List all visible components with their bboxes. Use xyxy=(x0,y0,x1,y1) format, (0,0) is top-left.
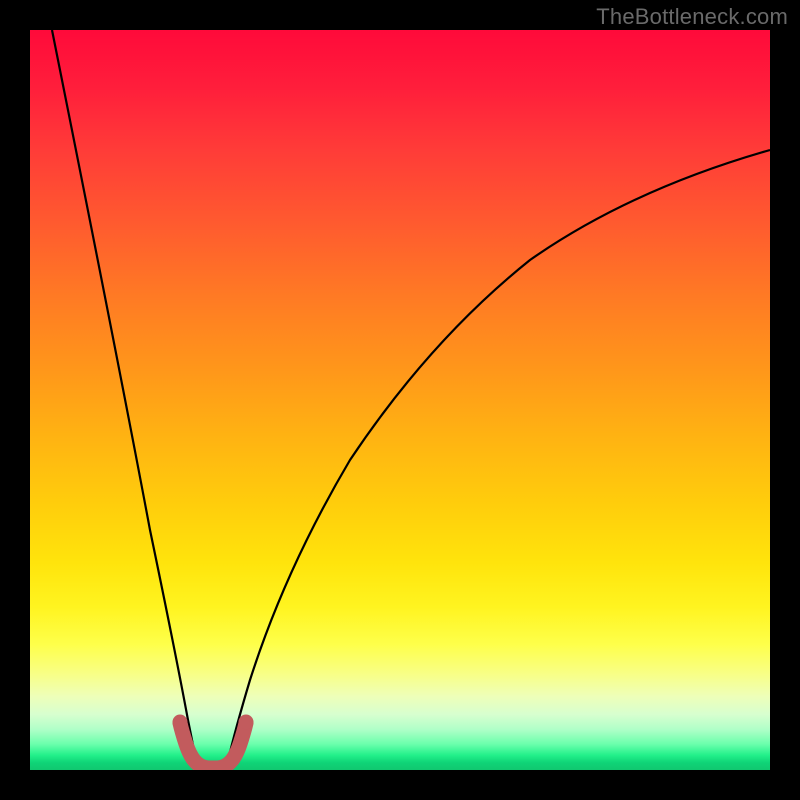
watermark-text: TheBottleneck.com xyxy=(596,4,788,30)
curve-layer xyxy=(30,30,770,770)
chart-frame: TheBottleneck.com xyxy=(0,0,800,800)
bucket-cap-left xyxy=(173,715,188,730)
curve-left-branch xyxy=(52,30,197,765)
curve-right-branch xyxy=(227,150,770,765)
plot-area xyxy=(30,30,770,770)
bucket-cap-right xyxy=(239,715,254,730)
